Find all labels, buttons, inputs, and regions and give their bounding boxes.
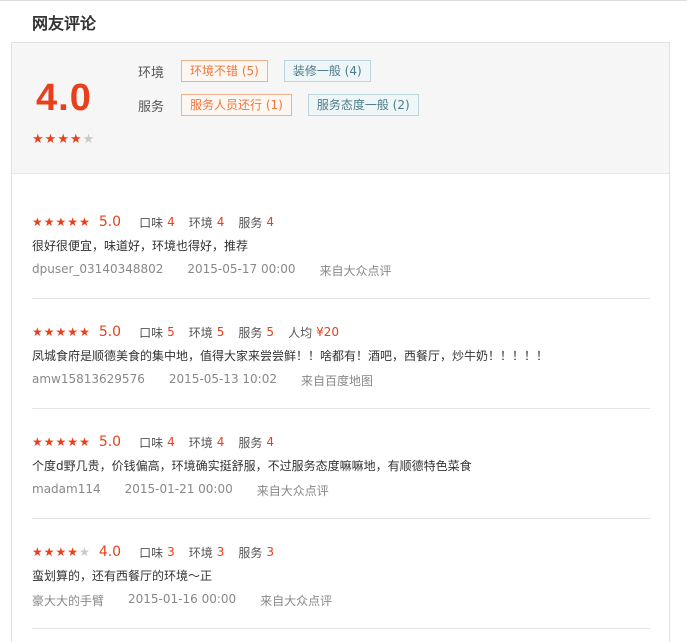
metric-label: 服务 bbox=[238, 545, 263, 560]
review-item: ★ ★ ★ ★ ★ 5.0 口味 4 环境 4 服务 4 个度d野几贵，价钱偏高，环境确实挺舒… bbox=[32, 433, 650, 499]
metric-label: 环境 bbox=[188, 325, 213, 340]
star-filled-icon: ★ bbox=[32, 132, 44, 147]
overall-stars: ★ ★ ★ ★ ★ bbox=[32, 133, 94, 146]
metric-label: 口味 bbox=[139, 325, 164, 340]
star-filled-icon: ★ bbox=[43, 324, 55, 339]
rating-summary: 4.0 ★ ★ ★ ★ ★ 环境 环境不错 (5) 装修一般 (4) 服务 服务人员还行… bbox=[12, 43, 669, 174]
tag-row-label: 服务 bbox=[138, 99, 165, 115]
metric-label: 服务 bbox=[238, 215, 263, 230]
star-filled-icon: ★ bbox=[67, 214, 79, 229]
metric-value: 4 bbox=[216, 435, 225, 449]
review-divider bbox=[32, 298, 650, 299]
review-item: ★ ★ ★ ★ ★ 5.0 口味 4 环境 4 服务 4 很好很便宜，味道好，环境也得好，推荐… bbox=[32, 213, 650, 279]
reviews-panel: 4.0 ★ ★ ★ ★ ★ 环境 环境不错 (5) 装修一般 (4) 服务 服务人员还行… bbox=[11, 42, 670, 642]
metric-value: ¥20 bbox=[316, 325, 339, 339]
top-divider bbox=[0, 0, 687, 1]
metric-label: 服务 bbox=[238, 435, 263, 450]
star-filled-icon: ★ bbox=[55, 324, 67, 339]
review-score: 4.0 bbox=[98, 544, 122, 560]
star-filled-icon: ★ bbox=[32, 544, 43, 559]
review-date: 2015-01-16 00:00 bbox=[128, 592, 237, 606]
star-filled-icon: ★ bbox=[44, 132, 57, 147]
review-source: 来自大众点评 bbox=[260, 594, 333, 608]
star-filled-icon: ★ bbox=[79, 324, 90, 339]
star-filled-icon: ★ bbox=[79, 214, 90, 229]
tag-row-label: 环境 bbox=[138, 65, 165, 81]
review-text: 凤城食府是顺德美食的集中地，值得大家来尝尝鲜！！啥都有！酒吧，西餐厅，炒牛奶！！… bbox=[32, 349, 549, 363]
review-item: ★ ★ ★ ★ ★ 5.0 口味 5 环境 5 服务 5 人均 ¥20 凤城食府是顺德美食的集中… bbox=[32, 323, 650, 389]
review-user[interactable]: amw15813629576 bbox=[32, 372, 145, 389]
star-filled-icon: ★ bbox=[55, 214, 67, 229]
review-divider bbox=[32, 518, 650, 519]
review-text: 蛮划算的，还有西餐厅的环境～正 bbox=[32, 569, 213, 583]
overall-score: 4.0 bbox=[36, 77, 92, 119]
review-user[interactable]: dpuser_03140348802 bbox=[32, 262, 163, 279]
star-filled-icon: ★ bbox=[43, 434, 55, 449]
review-stars: ★ ★ ★ ★ ★ bbox=[32, 324, 90, 339]
review-user[interactable]: 豪大大的手臂 bbox=[32, 592, 104, 609]
tag-staff-ok[interactable]: 服务人员还行 (1) bbox=[181, 94, 292, 116]
metric-label: 环境 bbox=[188, 435, 213, 450]
review-score: 5.0 bbox=[98, 324, 122, 340]
metric-label: 口味 bbox=[139, 545, 164, 560]
star-filled-icon: ★ bbox=[67, 544, 79, 559]
star-filled-icon: ★ bbox=[55, 544, 67, 559]
tag-attitude-average[interactable]: 服务态度一般 (2) bbox=[307, 94, 419, 116]
review-item: ★ ★ ★ ★ ★ 4.0 口味 3 环境 3 服务 3 蛮划算的，还有西餐厅的环境～正 豪大… bbox=[32, 543, 650, 609]
review-text: 个度d野几贵，价钱偏高，环境确实挺舒服，不过服务态度嘛嘛地，有顺德特色菜食 bbox=[32, 459, 472, 473]
review-text: 很好很便宜，味道好，环境也得好，推荐 bbox=[32, 239, 249, 253]
star-filled-icon: ★ bbox=[57, 132, 69, 147]
star-filled-icon: ★ bbox=[32, 434, 43, 449]
star-filled-icon: ★ bbox=[32, 214, 43, 229]
review-stars: ★ ★ ★ ★ ★ bbox=[32, 214, 90, 229]
star-empty-icon: ★ bbox=[79, 544, 90, 559]
metric-value: 5 bbox=[167, 325, 175, 339]
star-empty-icon: ★ bbox=[82, 132, 95, 147]
metric-value: 4 bbox=[167, 215, 175, 229]
metric-label: 环境 bbox=[188, 215, 213, 230]
review-divider bbox=[32, 408, 650, 409]
review-user[interactable]: madam114 bbox=[32, 482, 101, 499]
star-filled-icon: ★ bbox=[43, 214, 55, 229]
review-date: 2015-05-13 10:02 bbox=[168, 372, 277, 386]
metric-value: 4 bbox=[266, 215, 275, 229]
metric-value: 4 bbox=[266, 435, 275, 449]
metric-value: 5 bbox=[216, 325, 225, 339]
tag-decor-average[interactable]: 装修一般 (4) bbox=[283, 60, 371, 82]
star-filled-icon: ★ bbox=[43, 544, 55, 559]
star-filled-icon: ★ bbox=[67, 324, 79, 339]
section-title: 网友评论 bbox=[32, 14, 97, 33]
review-score: 5.0 bbox=[98, 434, 122, 450]
tag-env-good[interactable]: 环境不错 (5) bbox=[181, 60, 268, 82]
metric-value: 4 bbox=[216, 215, 225, 229]
metric-value: 3 bbox=[216, 545, 225, 559]
metric-label: 服务 bbox=[238, 325, 263, 340]
metric-label: 口味 bbox=[139, 215, 164, 230]
metric-value: 3 bbox=[266, 545, 275, 559]
tag-row-service: 服务 服务人员还行 (1) 服务态度一般 (2) bbox=[138, 94, 435, 116]
star-filled-icon: ★ bbox=[55, 434, 67, 449]
review-source: 来自百度地图 bbox=[300, 374, 373, 388]
metric-value: 4 bbox=[167, 435, 175, 449]
review-stars: ★ ★ ★ ★ ★ bbox=[32, 434, 90, 449]
metric-value: 3 bbox=[167, 545, 175, 559]
star-filled-icon: ★ bbox=[67, 434, 79, 449]
metric-value: 5 bbox=[266, 325, 275, 339]
review-stars: ★ ★ ★ ★ ★ bbox=[32, 544, 90, 559]
metric-label: 口味 bbox=[139, 435, 164, 450]
review-source: 来自大众点评 bbox=[256, 484, 329, 498]
metric-label: 环境 bbox=[188, 545, 213, 560]
review-score: 5.0 bbox=[98, 214, 122, 230]
star-filled-icon: ★ bbox=[32, 324, 43, 339]
review-date: 2015-01-21 00:00 bbox=[124, 482, 233, 496]
metric-label: 人均 bbox=[288, 325, 313, 340]
tag-row-environment: 环境 环境不错 (5) 装修一般 (4) bbox=[138, 60, 387, 82]
review-date: 2015-05-17 00:00 bbox=[187, 262, 296, 276]
star-filled-icon: ★ bbox=[69, 132, 82, 147]
review-source: 来自大众点评 bbox=[319, 264, 392, 278]
star-filled-icon: ★ bbox=[79, 434, 90, 449]
